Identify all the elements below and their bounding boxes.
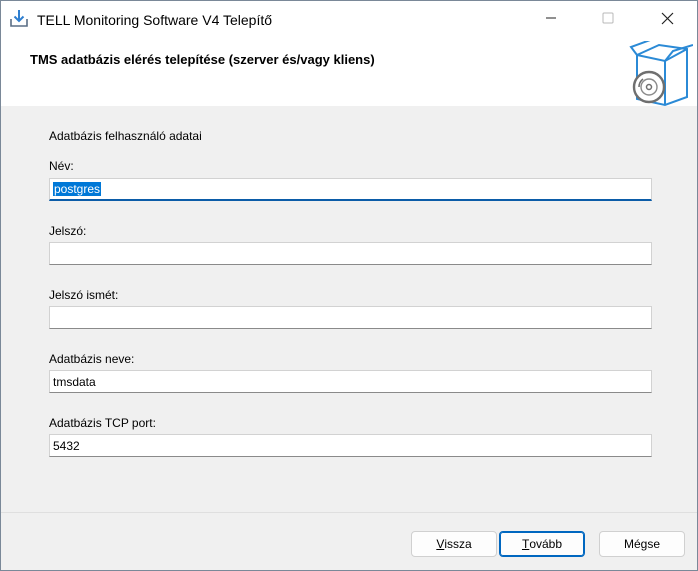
next-button[interactable]: Tovább [499,531,585,557]
installer-window: TELL Monitoring Software V4 Telepítő TMS… [0,0,698,571]
password-label: Jelszó: [49,224,87,238]
cancel-button-label: Mégse [623,537,661,551]
back-button-mnemonic: V [436,537,445,551]
back-button[interactable]: Vissza [411,531,497,557]
section-label: Adatbázis felhasználó adatai [49,129,202,143]
close-button[interactable] [644,1,690,38]
database-name-label: Adatbázis neve: [49,352,135,366]
button-bar: Vissza Tovább Mégse [1,512,697,570]
form-panel: Adatbázis felhasználó adatai Név: postgr… [1,106,697,512]
name-label: Név: [49,159,74,173]
password-input[interactable] [49,242,652,265]
maximize-button[interactable] [585,1,631,38]
title-bar[interactable]: TELL Monitoring Software V4 Telepítő [1,1,697,38]
maximize-icon [602,12,614,27]
database-name-input[interactable]: tmsdata [49,370,652,393]
database-name-input-value: tmsdata [53,374,96,389]
password-confirm-label: Jelszó ismét: [49,288,119,302]
back-button-label: issza [444,537,472,551]
install-box-disc-icon [629,38,694,107]
password-confirm-input[interactable] [49,306,652,329]
name-input[interactable]: postgres [49,178,652,201]
close-icon [661,12,674,28]
minimize-button[interactable] [528,1,574,38]
next-button-label: ovább [529,537,563,551]
tcp-port-label: Adatbázis TCP port: [49,416,156,430]
wizard-header: TMS adatbázis elérés telepítése (szerver… [1,38,697,107]
minimize-icon [545,12,557,27]
window-title: TELL Monitoring Software V4 Telepítő [37,12,273,28]
next-button-mnemonic: T [521,537,530,551]
page-title: TMS adatbázis elérés telepítése (szerver… [30,52,375,67]
cancel-button[interactable]: Mégse [599,531,685,557]
installer-download-icon [9,9,29,29]
name-input-value: postgres [53,182,102,196]
tcp-port-input[interactable]: 5432 [49,434,652,457]
tcp-port-input-value: 5432 [53,438,80,453]
